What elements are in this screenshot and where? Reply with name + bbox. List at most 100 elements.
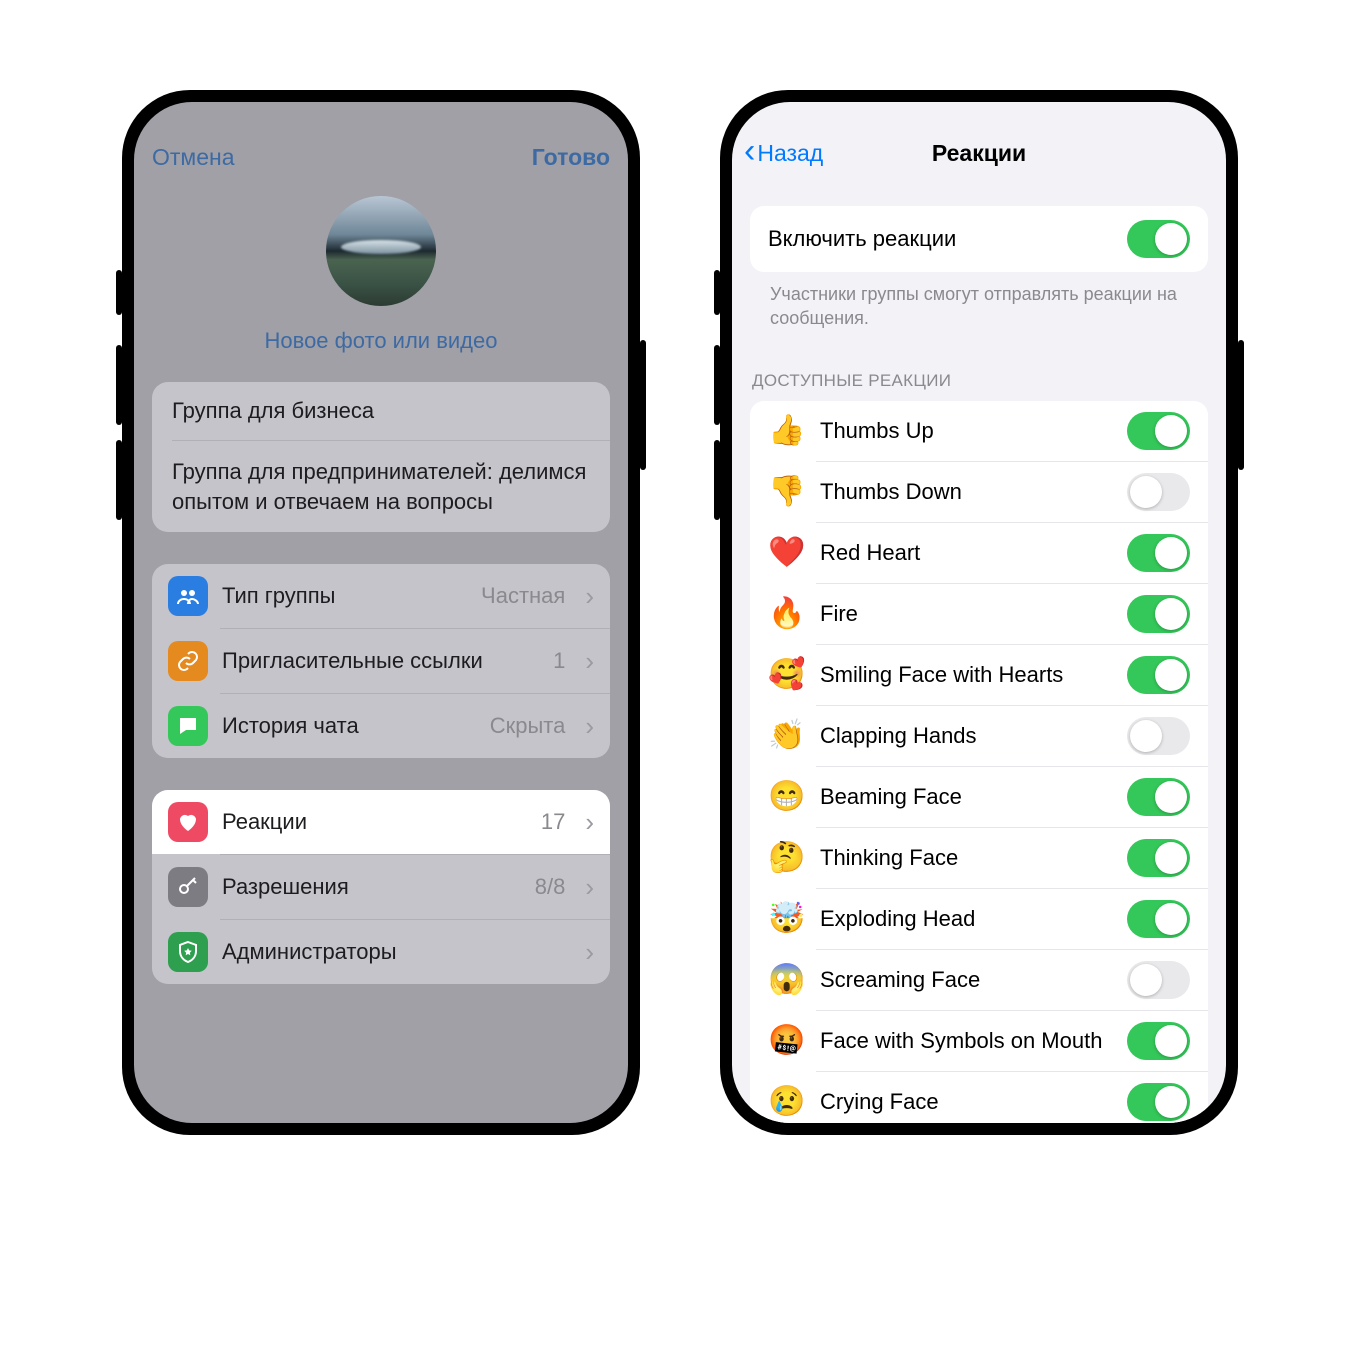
settings-list-1: Тип группы Частная › Пригласительные ссы…	[152, 564, 610, 758]
available-reactions-header: ДОСТУПНЫЕ РЕАКЦИИ	[732, 331, 1226, 401]
name-description-card: Группа для бизнеса Группа для предприним…	[152, 382, 610, 532]
reaction-toggle[interactable]	[1127, 1022, 1190, 1060]
nav-bar: Отмена Готово	[152, 132, 610, 182]
reaction-label: Clapping Hands	[820, 723, 1109, 749]
cancel-button[interactable]: Отмена	[152, 144, 235, 171]
reaction-row: 🤯 Exploding Head	[750, 889, 1208, 949]
side-button	[116, 270, 122, 315]
reaction-row: 😢 Crying Face	[750, 1072, 1208, 1123]
row-label: Разрешения	[222, 874, 521, 900]
reaction-row: 👏 Clapping Hands	[750, 706, 1208, 766]
reaction-toggle[interactable]	[1127, 534, 1190, 572]
shield-star-icon	[168, 932, 208, 972]
link-icon	[168, 641, 208, 681]
reaction-toggle[interactable]	[1127, 961, 1190, 999]
chevron-right-icon: ›	[585, 872, 594, 903]
row-label: История чата	[222, 713, 476, 739]
row-label: Администраторы	[222, 939, 571, 965]
reaction-toggle[interactable]	[1127, 839, 1190, 877]
row-group-type[interactable]: Тип группы Частная ›	[152, 564, 610, 628]
row-value: Скрыта	[490, 713, 566, 739]
phone-right: ‹ Назад Реакции Включить реакции Участни…	[720, 90, 1238, 1135]
side-button	[640, 340, 646, 470]
row-value: Частная	[481, 583, 565, 609]
row-label: Пригласительные ссылки	[222, 648, 539, 674]
reaction-emoji-icon: 🤔	[768, 840, 802, 875]
page-title: Реакции	[732, 140, 1226, 167]
reaction-emoji-icon: 👏	[768, 718, 802, 753]
reaction-emoji-icon: 🤬	[768, 1023, 802, 1058]
reaction-label: Thumbs Down	[820, 479, 1109, 505]
reaction-toggle[interactable]	[1127, 412, 1190, 450]
row-invite-links[interactable]: Пригласительные ссылки 1 ›	[152, 629, 610, 693]
reaction-emoji-icon: 😢	[768, 1084, 802, 1119]
reaction-row: 🥰Smiling Face with Hearts	[750, 645, 1208, 705]
enable-reactions-toggle[interactable]	[1127, 220, 1190, 258]
side-button	[714, 440, 720, 520]
row-value: 1	[553, 648, 565, 674]
reaction-label: Crying Face	[820, 1089, 1109, 1115]
reaction-emoji-icon: 🔥	[768, 596, 802, 631]
reaction-toggle[interactable]	[1127, 656, 1190, 694]
chat-bubble-icon	[168, 706, 208, 746]
key-icon	[168, 867, 208, 907]
heart-icon	[168, 802, 208, 842]
row-reactions[interactable]: Реакции 17 ›	[152, 790, 610, 854]
reaction-emoji-icon: 😁	[768, 779, 802, 814]
enable-reactions-footer: Участники группы смогут отправлять реакц…	[750, 272, 1208, 331]
row-admins[interactable]: Администраторы ›	[152, 920, 610, 984]
row-label: Реакции	[222, 809, 527, 835]
reaction-toggle[interactable]	[1127, 900, 1190, 938]
group-description-field[interactable]: Группа для предпринимателей: делимся опы…	[152, 441, 610, 532]
phone-left: Отмена Готово Новое фото или видео Групп…	[122, 90, 640, 1135]
reaction-emoji-icon: 🤯	[768, 901, 802, 936]
reaction-label: Exploding Head	[820, 906, 1109, 932]
row-chat-history[interactable]: История чата Скрыта ›	[152, 694, 610, 758]
reaction-label: Screaming Face	[820, 967, 1109, 993]
reaction-label: Face with Symbols on Mouth	[820, 1028, 1109, 1054]
reaction-toggle[interactable]	[1127, 1083, 1190, 1121]
row-permissions[interactable]: Разрешения 8/8 ›	[152, 855, 610, 919]
side-button	[714, 270, 720, 315]
enable-reactions-label: Включить реакции	[768, 226, 1111, 252]
reaction-row: ❤️ Red Heart	[750, 523, 1208, 583]
row-value: 8/8	[535, 874, 566, 900]
settings-list-2: Реакции 17 › Разрешения 8/8 ›	[152, 790, 610, 984]
people-icon	[168, 576, 208, 616]
chevron-right-icon: ›	[585, 711, 594, 742]
reaction-toggle[interactable]	[1127, 473, 1190, 511]
chevron-right-icon: ›	[585, 937, 594, 968]
enable-reactions-cell: Включить реакции	[750, 206, 1208, 272]
reaction-toggle[interactable]	[1127, 778, 1190, 816]
reactions-list: 👍 Thumbs Up 👎Thumbs Down ❤️ Red Heart 🔥 Fire 🥰S…	[750, 401, 1208, 1123]
group-avatar[interactable]	[326, 196, 436, 306]
group-edit-screen: Отмена Готово Новое фото или видео Групп…	[134, 102, 628, 1123]
reaction-emoji-icon: ❤️	[768, 535, 802, 570]
reaction-label: Thinking Face	[820, 845, 1109, 871]
chevron-right-icon: ›	[585, 807, 594, 838]
row-value: 17	[541, 809, 565, 835]
reaction-label: Fire	[820, 601, 1109, 627]
reaction-label: Beaming Face	[820, 784, 1109, 810]
reaction-label: Thumbs Up	[820, 418, 1109, 444]
done-button[interactable]: Готово	[532, 144, 610, 171]
set-photo-button[interactable]: Новое фото или видео	[265, 328, 498, 354]
reaction-toggle[interactable]	[1127, 717, 1190, 755]
reaction-label: Red Heart	[820, 540, 1109, 566]
reaction-label: Smiling Face with Hearts	[820, 662, 1109, 688]
reaction-emoji-icon: 👍	[768, 413, 802, 448]
side-button	[714, 345, 720, 425]
reaction-toggle[interactable]	[1127, 595, 1190, 633]
reaction-row: 😱Screaming Face	[750, 950, 1208, 1010]
reaction-row: 😁 Beaming Face	[750, 767, 1208, 827]
nav-bar: ‹ Назад Реакции	[732, 128, 1226, 178]
row-label: Тип группы	[222, 583, 467, 609]
chevron-right-icon: ›	[585, 646, 594, 677]
reactions-screen: ‹ Назад Реакции Включить реакции Участни…	[732, 102, 1226, 1123]
group-name-field[interactable]: Группа для бизнеса	[152, 382, 610, 440]
reaction-row: 🤔 Thinking Face	[750, 828, 1208, 888]
reaction-row: 👎Thumbs Down	[750, 462, 1208, 522]
side-button	[116, 345, 122, 425]
reaction-row: 🤬 Face with Symbols on Mouth	[750, 1011, 1208, 1071]
reaction-row: 🔥 Fire	[750, 584, 1208, 644]
